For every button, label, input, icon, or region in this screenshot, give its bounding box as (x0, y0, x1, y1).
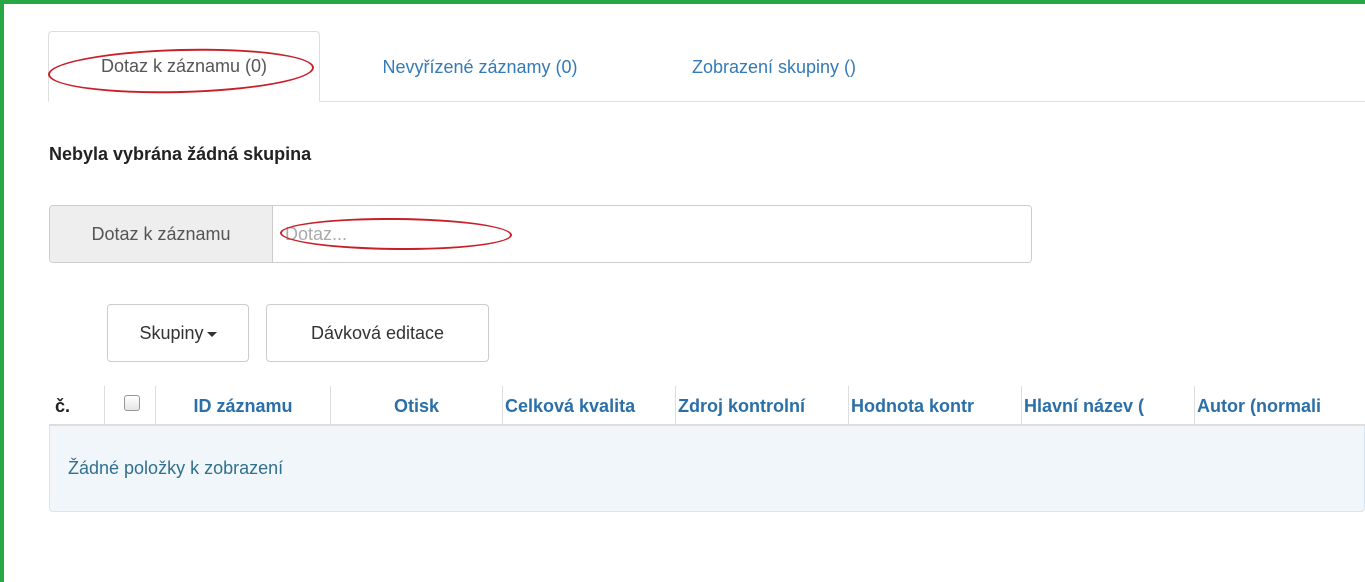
col-control-source[interactable]: Zdroj kontrolní (675, 386, 848, 426)
table-empty-row: Žádné položky k zobrazení (49, 426, 1365, 512)
col-main-title[interactable]: Hlavní název ( (1021, 386, 1194, 426)
tab-pending-records[interactable]: Nevyřízené záznamy (0) (332, 32, 628, 102)
groups-button-label: Skupiny (139, 322, 204, 343)
records-table: č. ID záznamu Otisk Celková kvalita Zdro… (49, 386, 1365, 512)
tab-record-query[interactable]: Dotaz k záznamu (0) (48, 31, 320, 102)
col-record-id[interactable]: ID záznamu (155, 386, 330, 426)
batch-edit-label: Dávková editace (310, 322, 445, 343)
query-input-group: Dotaz k záznamu (49, 205, 1032, 263)
empty-message: Žádné položky k zobrazení (68, 458, 284, 478)
query-input[interactable] (273, 206, 1031, 262)
groups-dropdown-button[interactable]: Skupiny (107, 304, 249, 362)
col-number[interactable]: č. (49, 386, 104, 426)
caret-down-icon (206, 332, 217, 337)
select-all-checkbox[interactable] (124, 395, 140, 411)
col-control-value[interactable]: Hodnota kontr (848, 386, 1021, 426)
col-fingerprint[interactable]: Otisk (330, 386, 502, 426)
col-author[interactable]: Autor (normali (1194, 386, 1365, 426)
col-select-all[interactable] (104, 386, 155, 426)
page-heading: Nebyla vybrána žádná skupina (49, 144, 312, 164)
batch-edit-button[interactable]: Dávková editace (266, 304, 489, 362)
query-addon-label: Dotaz k záznamu (50, 206, 273, 262)
tab-group-view[interactable]: Zobrazení skupiny () (646, 32, 902, 102)
col-overall-quality[interactable]: Celková kvalita (502, 386, 675, 426)
table-header: č. ID záznamu Otisk Celková kvalita Zdro… (49, 386, 1365, 426)
